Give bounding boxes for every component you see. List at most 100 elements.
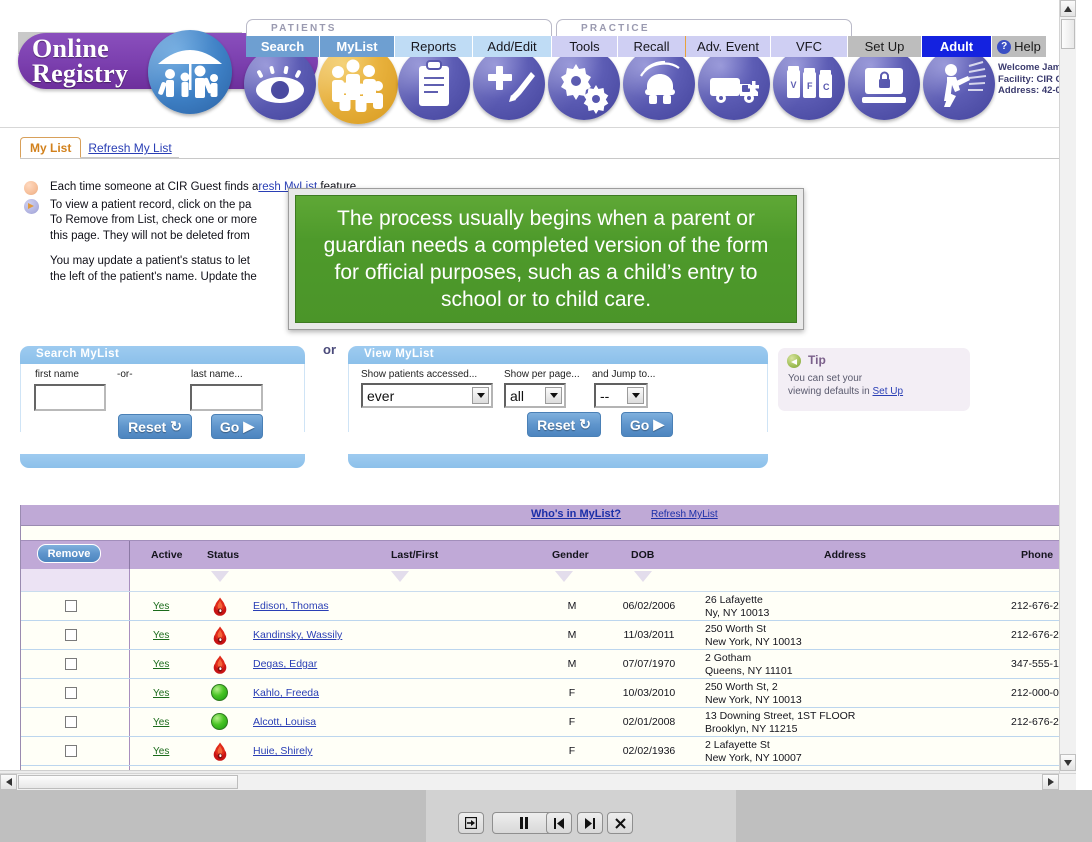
row-checkbox[interactable] bbox=[65, 658, 77, 670]
row-active-link[interactable]: Yes bbox=[153, 717, 169, 728]
view-go-button[interactable]: Go ▶ bbox=[621, 412, 673, 437]
table-row[interactable]: Yes Edison, Thomas M 06/02/2006 26 Lafayette… bbox=[21, 592, 1064, 621]
row-checkbox[interactable] bbox=[65, 600, 77, 612]
column-header-status[interactable]: Status bbox=[207, 549, 239, 561]
page-scroll-right-icon[interactable] bbox=[1042, 774, 1059, 790]
row-patient-link[interactable]: Alcott, Louisa bbox=[253, 716, 316, 728]
nav-tab-tools[interactable]: Tools bbox=[552, 36, 618, 57]
row-active-link[interactable]: Yes bbox=[153, 630, 169, 641]
search-go-button[interactable]: Go ▶ bbox=[211, 414, 263, 439]
status-green-icon[interactable] bbox=[211, 684, 231, 704]
nav-tab-setup[interactable]: Set Up bbox=[848, 36, 922, 57]
tip-setup-link[interactable]: Set Up bbox=[873, 386, 904, 397]
row-active-link[interactable]: Yes bbox=[153, 659, 169, 670]
nav-tab-search[interactable]: Search bbox=[246, 36, 320, 57]
page-scroll-thumb[interactable] bbox=[1061, 19, 1075, 49]
status-flame-icon[interactable] bbox=[211, 597, 231, 617]
svg-text:F: F bbox=[807, 81, 813, 91]
column-header-dob[interactable]: DOB bbox=[631, 549, 654, 561]
table-row[interactable]: Yes Huie, Shirely F 02/02/1936 2 Lafayette S… bbox=[21, 737, 1064, 766]
row-patient-link[interactable]: Huie, Shirely bbox=[253, 745, 313, 757]
refresh-mylist-link-2[interactable]: Refresh MyList bbox=[651, 509, 718, 520]
step-into-button[interactable] bbox=[458, 812, 484, 834]
help-label: Help bbox=[1014, 39, 1041, 54]
recall-phone-icon[interactable] bbox=[623, 48, 695, 120]
column-header-gender[interactable]: Gender bbox=[552, 549, 589, 561]
row-patient-link[interactable]: Kahlo, Freeda bbox=[253, 687, 319, 699]
eye-icon[interactable] bbox=[244, 48, 316, 120]
table-row[interactable]: Yes Kahlo, Freeda F 10/03/2010 250 Worth St,… bbox=[21, 679, 1064, 708]
remove-button[interactable]: Remove bbox=[37, 544, 101, 563]
table-white-band bbox=[21, 526, 1064, 540]
sort-arrow-status[interactable] bbox=[211, 571, 229, 585]
jumpto-select[interactable]: -- bbox=[594, 383, 648, 408]
row-checkbox[interactable] bbox=[65, 716, 77, 728]
table-row[interactable]: Yes Kandinsky, Wassily M 11/03/2011 250 Wort… bbox=[21, 621, 1064, 650]
page-vertical-scrollbar[interactable] bbox=[1059, 0, 1076, 790]
perpage-select[interactable]: all bbox=[504, 383, 566, 408]
nav-tab-adult[interactable]: Adult bbox=[922, 36, 992, 57]
row-checkbox[interactable] bbox=[65, 629, 77, 641]
last-name-input[interactable] bbox=[190, 384, 263, 411]
close-button[interactable] bbox=[607, 812, 633, 834]
clipboard-icon[interactable] bbox=[398, 48, 470, 120]
scroll-down-icon[interactable] bbox=[1060, 754, 1076, 771]
row-patient-link[interactable]: Edison, Thomas bbox=[253, 600, 329, 612]
page-horizontal-scrollbar[interactable] bbox=[0, 773, 1076, 790]
nav-tab-reports[interactable]: Reports bbox=[395, 36, 473, 57]
tab-my-list[interactable]: My List bbox=[20, 137, 82, 158]
ambulance-icon[interactable] bbox=[698, 48, 770, 120]
view-go-label: Go bbox=[629, 416, 650, 433]
first-name-input[interactable] bbox=[34, 384, 106, 411]
nav-tab-vfc[interactable]: VFC bbox=[771, 36, 848, 57]
view-reset-button[interactable]: Reset ↻ bbox=[527, 412, 601, 437]
nav-tab-recall[interactable]: Recall bbox=[618, 36, 686, 57]
column-header-phone[interactable]: Phone bbox=[1021, 549, 1053, 561]
status-flame-icon[interactable] bbox=[211, 742, 231, 762]
next-button[interactable] bbox=[577, 812, 603, 834]
table-row[interactable]: Yes Alcott, Louisa F 02/01/2008 13 Downing S… bbox=[21, 708, 1064, 737]
view-mylist-panel: View MyList Show patients accessed... Sh… bbox=[348, 346, 768, 468]
status-flame-icon[interactable] bbox=[211, 626, 231, 646]
row-active-link[interactable]: Yes bbox=[153, 601, 169, 612]
nav-tab-adv-event[interactable]: Adv. Event bbox=[686, 36, 771, 57]
column-header-lastfirst[interactable]: Last/First bbox=[391, 549, 438, 561]
chevron-down-icon[interactable] bbox=[627, 387, 644, 404]
tab-refresh-my-list[interactable]: Refresh My List bbox=[81, 138, 179, 158]
sort-arrow-gender[interactable] bbox=[555, 571, 573, 585]
whos-in-mylist-link[interactable]: Who's in MyList? bbox=[531, 508, 621, 520]
nav-tab-help[interactable]: ? Help bbox=[992, 36, 1047, 57]
row-checkbox[interactable] bbox=[65, 745, 77, 757]
adult-walking-icon[interactable] bbox=[923, 48, 995, 120]
computer-lock-icon[interactable] bbox=[848, 48, 920, 120]
scroll-up-icon[interactable] bbox=[1060, 0, 1076, 17]
chevron-down-icon[interactable] bbox=[545, 387, 562, 404]
sort-arrow-dob[interactable] bbox=[634, 571, 652, 585]
or-small-label: -or- bbox=[117, 369, 133, 380]
row-active-cell: Yes bbox=[153, 629, 183, 641]
status-flame-icon[interactable] bbox=[211, 655, 231, 675]
accessed-select[interactable]: ever bbox=[361, 383, 493, 408]
row-checkbox[interactable] bbox=[65, 687, 77, 699]
row-active-link[interactable]: Yes bbox=[153, 746, 169, 757]
row-active-link[interactable]: Yes bbox=[153, 688, 169, 699]
chevron-down-icon[interactable] bbox=[472, 387, 489, 404]
sort-arrow-lastfirst[interactable] bbox=[391, 571, 409, 585]
row-gender-cell: M bbox=[567, 629, 577, 641]
column-header-address[interactable]: Address bbox=[824, 549, 866, 561]
status-green-icon[interactable] bbox=[211, 713, 231, 733]
table-row[interactable]: Yes Degas, Edgar M 07/07/1970 2 Gotham Queens… bbox=[21, 650, 1064, 679]
nav-tab-addedit[interactable]: Add/Edit bbox=[473, 36, 552, 57]
gears-icon[interactable] bbox=[548, 48, 620, 120]
add-edit-pencil-icon[interactable] bbox=[473, 48, 545, 120]
nav-tab-mylist[interactable]: MyList bbox=[320, 36, 395, 57]
row-patient-link[interactable]: Degas, Edgar bbox=[253, 658, 317, 670]
view-reset-label: Reset bbox=[537, 416, 576, 433]
row-patient-link[interactable]: Kandinsky, Wassily bbox=[253, 629, 342, 641]
search-reset-button[interactable]: Reset ↻ bbox=[118, 414, 192, 439]
previous-button[interactable] bbox=[546, 812, 572, 834]
page-scroll-left-icon[interactable] bbox=[0, 774, 17, 790]
vfc-vials-icon[interactable]: VFC bbox=[773, 48, 845, 120]
page-hscroll-thumb[interactable] bbox=[18, 775, 238, 789]
column-header-active[interactable]: Active bbox=[151, 549, 183, 561]
